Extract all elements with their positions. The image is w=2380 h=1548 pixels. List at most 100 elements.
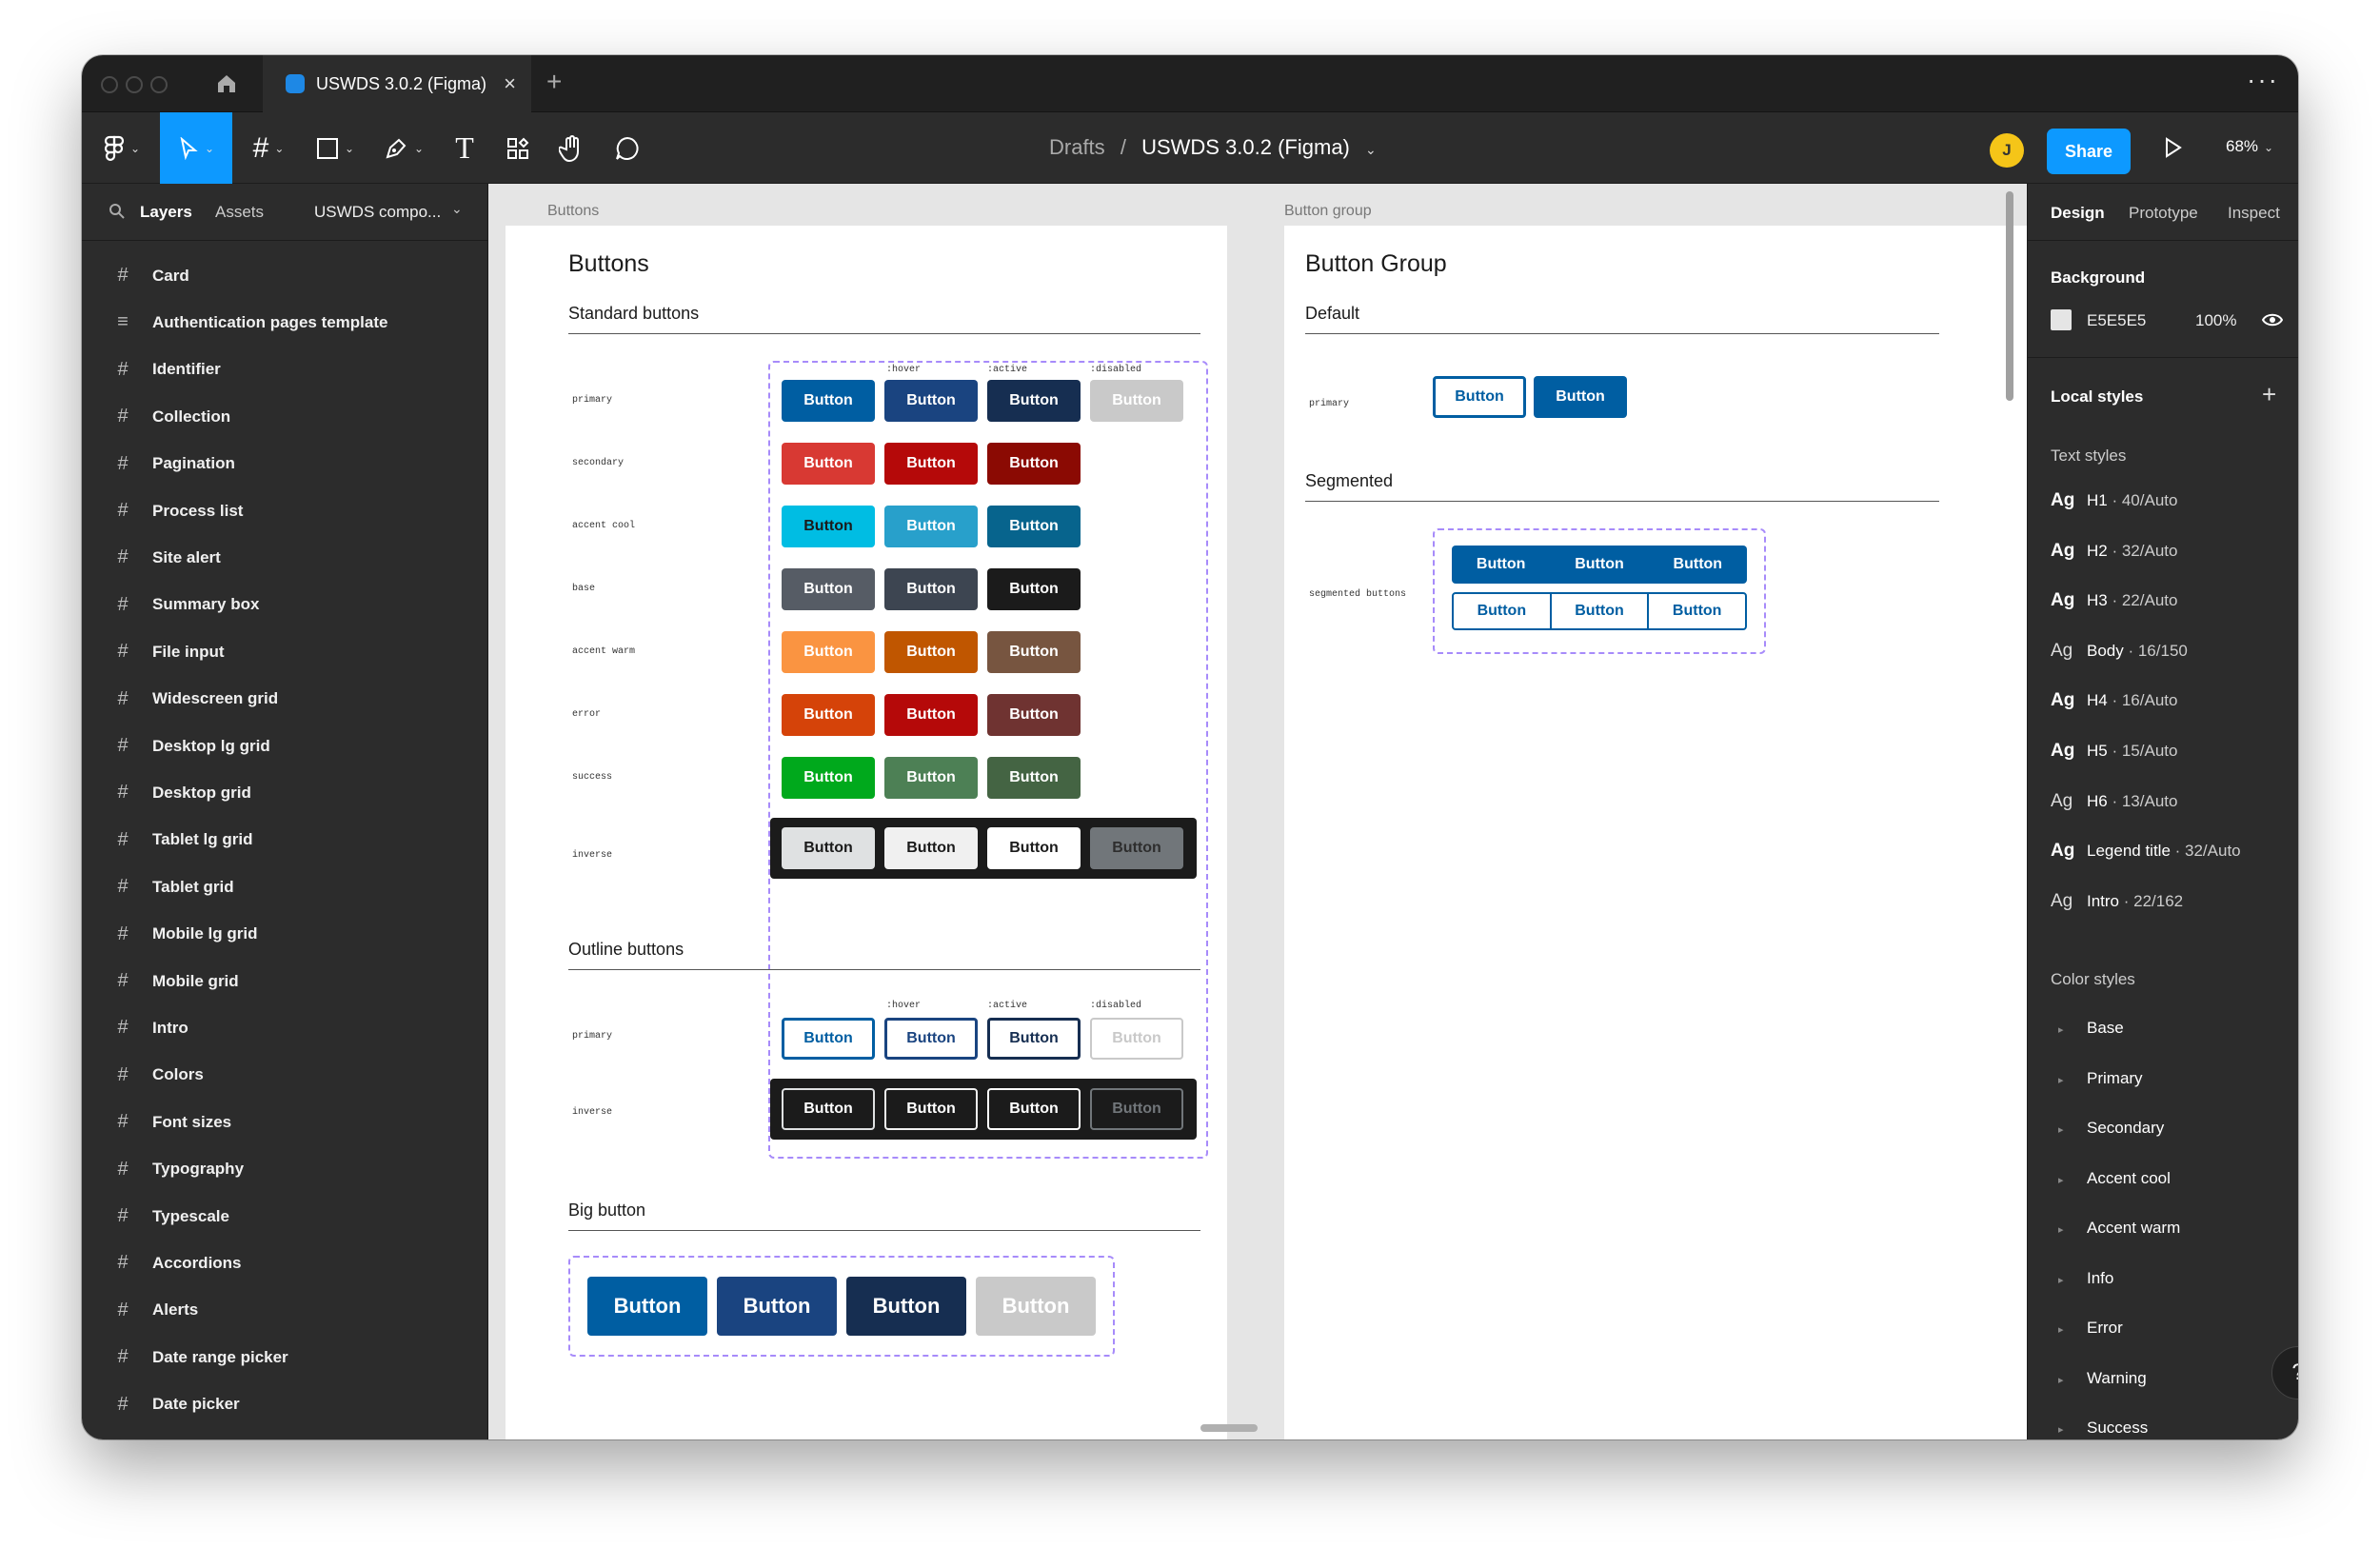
accent-warm-button[interactable]: Button <box>987 631 1081 673</box>
text-style-item[interactable]: Ag H5 · 15/Auto <box>2051 741 2177 762</box>
text-tool-button[interactable]: T <box>442 112 487 184</box>
tab-assets[interactable]: Assets <box>215 203 264 222</box>
primary-button[interactable]: Button <box>884 380 978 422</box>
layer-item[interactable]: # Accordions <box>82 1240 488 1286</box>
layer-item[interactable]: # File input <box>82 628 488 675</box>
primary-button[interactable]: Button <box>987 380 1081 422</box>
color-style-group[interactable]: ▸ Base <box>2051 1019 2124 1038</box>
tab-inspect[interactable]: Inspect <box>2228 204 2280 223</box>
home-icon[interactable] <box>213 70 240 97</box>
add-style-icon[interactable]: + <box>2262 380 2276 409</box>
close-window-button[interactable] <box>101 76 118 93</box>
primary-button[interactable]: Button <box>1090 380 1183 422</box>
chevron-down-icon[interactable]: ⌄ <box>1365 142 1377 157</box>
layer-item[interactable]: # Desktop lg grid <box>82 723 488 769</box>
layer-item[interactable]: # Alerts <box>82 1287 488 1334</box>
outline-primary-button[interactable]: Button <box>782 1018 875 1060</box>
present-button[interactable] <box>2161 135 2184 165</box>
layer-item[interactable]: ≡ Authentication pages template <box>82 299 488 346</box>
layer-item[interactable]: # Collection <box>82 393 488 440</box>
secondary-button[interactable]: Button <box>987 443 1081 485</box>
minimize-window-button[interactable] <box>126 76 143 93</box>
avatar[interactable]: J <box>1990 133 2024 168</box>
chevron-right-icon[interactable]: ▸ <box>2051 1423 2087 1436</box>
chevron-right-icon[interactable]: ▸ <box>2051 1374 2087 1386</box>
color-style-group[interactable]: ▸ Accent warm <box>2051 1219 2180 1238</box>
layer-item[interactable]: # Typography <box>82 1146 488 1193</box>
text-style-item[interactable]: Ag H2 · 32/Auto <box>2051 541 2177 562</box>
outline-inverse-button[interactable]: Button <box>884 1088 978 1130</box>
layer-item[interactable]: # Process list <box>82 487 488 534</box>
layer-item[interactable]: # Mobile lg grid <box>82 911 488 958</box>
chevron-right-icon[interactable]: ▸ <box>2051 1323 2087 1336</box>
hand-tool-button[interactable] <box>548 112 596 184</box>
layer-item[interactable]: # Colors <box>82 1052 488 1099</box>
file-name[interactable]: USWDS 3.0.2 (Figma) <box>1141 135 1350 159</box>
layer-item[interactable]: # Font sizes <box>82 1099 488 1145</box>
layer-item[interactable]: # Pagination <box>82 441 488 487</box>
layer-item[interactable]: # Date range picker <box>82 1334 488 1380</box>
text-style-item[interactable]: Ag H3 · 22/Auto <box>2051 590 2177 611</box>
move-tool-button[interactable]: ⌄ <box>160 112 232 184</box>
layer-item[interactable]: # Summary box <box>82 582 488 628</box>
vertical-scrollbar[interactable] <box>2006 191 2013 401</box>
error-button[interactable]: Button <box>884 694 978 736</box>
segment-button[interactable]: Button <box>1454 594 1552 628</box>
color-style-group[interactable]: ▸ Success <box>2051 1419 2148 1438</box>
resources-button[interactable] <box>495 112 541 184</box>
comment-tool-button[interactable] <box>604 112 651 184</box>
color-style-group[interactable]: ▸ Info <box>2051 1269 2113 1288</box>
accent-warm-button[interactable]: Button <box>782 631 875 673</box>
group-outline-button[interactable]: Button <box>1433 376 1526 418</box>
breadcrumb-root[interactable]: Drafts <box>1049 135 1105 159</box>
base-button[interactable]: Button <box>782 568 875 610</box>
eye-icon[interactable] <box>2262 311 2283 328</box>
chevron-right-icon[interactable]: ▸ <box>2051 1074 2087 1086</box>
chevron-right-icon[interactable]: ▸ <box>2051 1123 2087 1136</box>
chevron-right-icon[interactable]: ▸ <box>2051 1274 2087 1286</box>
zoom-menu[interactable]: 68% ⌄ <box>2226 137 2273 156</box>
layer-item[interactable]: # Typescale <box>82 1193 488 1240</box>
outline-inverse-button[interactable]: Button <box>1090 1088 1183 1130</box>
outline-primary-button[interactable]: Button <box>884 1018 978 1060</box>
text-style-item[interactable]: Ag H1 · 40/Auto <box>2051 490 2177 511</box>
main-menu-button[interactable]: ⌄ <box>93 112 150 184</box>
horizontal-scrollbar[interactable] <box>1200 1424 1258 1432</box>
chevron-down-icon[interactable]: ⌄ <box>451 201 463 217</box>
shape-tool-button[interactable]: ⌄ <box>307 112 364 184</box>
layer-item[interactable]: # Card <box>82 252 488 299</box>
error-button[interactable]: Button <box>987 694 1081 736</box>
inverse-button[interactable]: Button <box>884 827 978 869</box>
frame-tool-button[interactable]: # ⌄ <box>242 112 295 184</box>
big-button[interactable]: Button <box>846 1277 966 1336</box>
file-tab[interactable]: USWDS 3.0.2 (Figma) × <box>263 55 531 112</box>
text-style-item[interactable]: Ag H6 · 13/Auto <box>2051 791 2177 812</box>
segment-button[interactable]: Button <box>1649 594 1745 628</box>
secondary-button[interactable]: Button <box>884 443 978 485</box>
outline-inverse-button[interactable]: Button <box>782 1088 875 1130</box>
zoom-window-button[interactable] <box>150 76 168 93</box>
chevron-right-icon[interactable]: ▸ <box>2051 1174 2087 1186</box>
color-style-group[interactable]: ▸ Error <box>2051 1319 2123 1338</box>
group-primary-button[interactable]: Button <box>1534 376 1627 418</box>
success-button[interactable]: Button <box>987 757 1081 799</box>
background-swatch[interactable] <box>2051 309 2072 330</box>
color-style-group[interactable]: ▸ Secondary <box>2051 1119 2164 1138</box>
inverse-button[interactable]: Button <box>782 827 875 869</box>
color-style-group[interactable]: ▸ Accent cool <box>2051 1169 2171 1188</box>
error-button[interactable]: Button <box>782 694 875 736</box>
success-button[interactable]: Button <box>884 757 978 799</box>
breadcrumb[interactable]: Drafts / USWDS 3.0.2 (Figma) ⌄ <box>1049 135 1377 160</box>
text-style-item[interactable]: Ag H4 · 16/Auto <box>2051 690 2177 711</box>
layer-item[interactable]: # Mobile grid <box>82 958 488 1004</box>
layer-item[interactable]: # Widescreen grid <box>82 676 488 723</box>
layer-item[interactable]: # Date picker <box>82 1381 488 1428</box>
tab-layers[interactable]: Layers <box>140 203 192 222</box>
accent-cool-button[interactable]: Button <box>987 506 1081 547</box>
accent-cool-button[interactable]: Button <box>782 506 875 547</box>
frame-label-buttons[interactable]: Buttons <box>547 203 599 220</box>
big-button[interactable]: Button <box>717 1277 837 1336</box>
big-button[interactable]: Button <box>587 1277 707 1336</box>
page-selector[interactable]: USWDS compo... <box>314 203 441 222</box>
frame-label-button-group[interactable]: Button group <box>1284 203 1372 220</box>
